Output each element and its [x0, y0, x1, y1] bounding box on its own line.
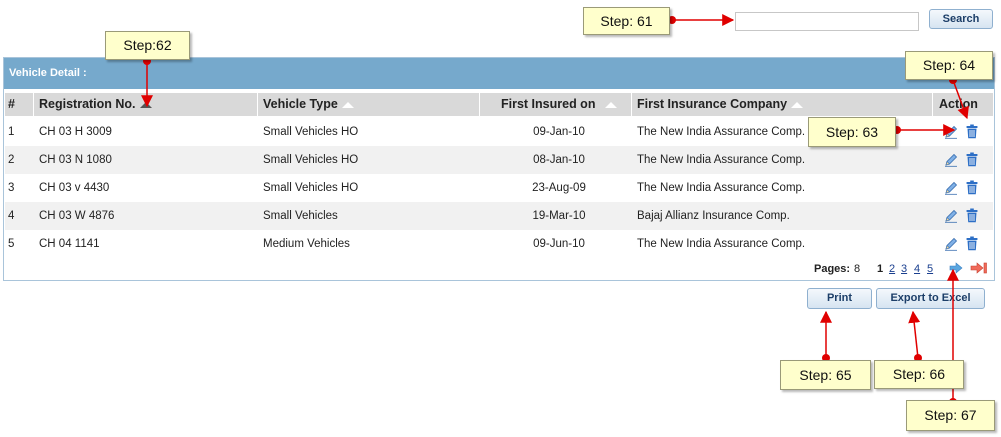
step-64-callout: Step: 64: [905, 51, 993, 80]
step-65-callout: Step: 65: [780, 360, 871, 390]
step-61-callout: Step: 61: [583, 7, 670, 35]
step-67-callout: Step: 67: [906, 400, 995, 431]
step-63-callout: Step: 63: [808, 117, 896, 147]
step-66-callout: Step: 66: [874, 360, 964, 389]
step-62-callout: Step:62: [105, 31, 190, 60]
